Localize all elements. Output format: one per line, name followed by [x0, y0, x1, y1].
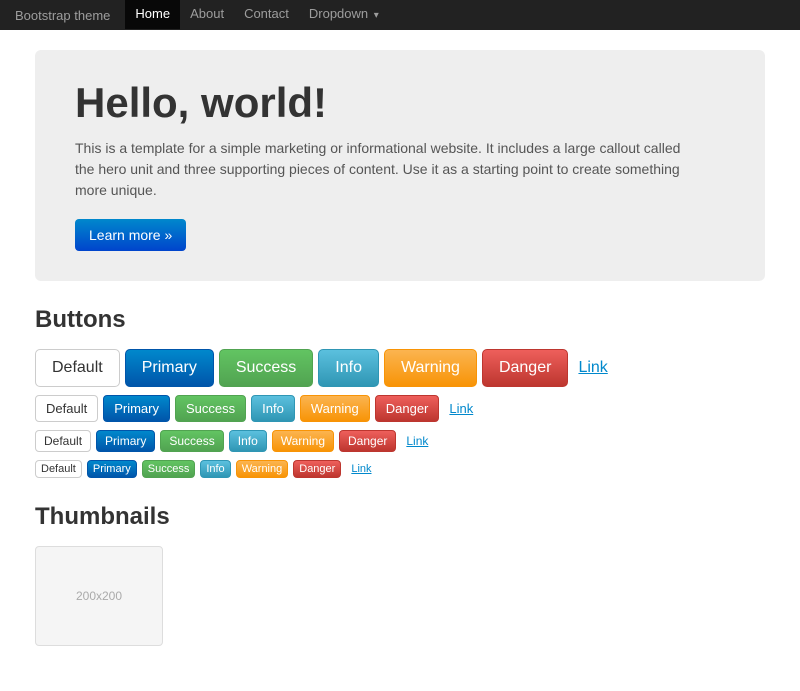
main-content: Hello, world! This is a template for a s… — [20, 30, 780, 691]
btn-default-lg[interactable]: Default — [35, 349, 120, 387]
btn-info-xs[interactable]: Info — [200, 460, 230, 478]
btn-primary-lg[interactable]: Primary — [125, 349, 214, 387]
thumbnails-title: Thumbnails — [35, 503, 765, 531]
btn-warning-md[interactable]: Warning — [300, 395, 370, 422]
btn-link-sm[interactable]: Link — [401, 434, 433, 448]
btn-default-xs[interactable]: Default — [35, 460, 82, 478]
btn-primary-xs[interactable]: Primary — [87, 460, 137, 478]
chevron-down-icon: ▾ — [374, 10, 379, 21]
btn-info-lg[interactable]: Info — [318, 349, 379, 387]
thumbnails-section: Thumbnails 200x200 — [35, 503, 765, 646]
nav-link-home[interactable]: Home — [125, 0, 180, 29]
btn-success-lg[interactable]: Success — [219, 349, 313, 387]
nav-link-about[interactable]: About — [180, 0, 234, 29]
btn-warning-xs[interactable]: Warning — [236, 460, 289, 478]
buttons-section: Buttons Default Primary Success Info War… — [35, 306, 765, 478]
btn-primary-sm[interactable]: Primary — [96, 430, 155, 452]
navbar: Bootstrap theme Home About Contact Dropd… — [0, 0, 800, 30]
btn-danger-lg[interactable]: Danger — [482, 349, 568, 387]
nav-item-contact[interactable]: Contact — [234, 0, 299, 31]
btn-info-sm[interactable]: Info — [229, 430, 267, 452]
button-row-lg: Default Primary Success Info Warning Dan… — [35, 349, 765, 387]
btn-link-xs[interactable]: Link — [346, 463, 376, 475]
btn-warning-sm[interactable]: Warning — [272, 430, 334, 452]
button-row-sm: Default Primary Success Info Warning Dan… — [35, 430, 765, 452]
nav-item-dropdown[interactable]: Dropdown ▾ — [299, 0, 389, 31]
thumbnail-item: 200x200 — [35, 546, 163, 646]
btn-link-lg[interactable]: Link — [573, 359, 612, 377]
btn-primary-md[interactable]: Primary — [103, 395, 170, 422]
btn-danger-sm[interactable]: Danger — [339, 430, 396, 452]
buttons-title: Buttons — [35, 306, 765, 334]
btn-warning-lg[interactable]: Warning — [384, 349, 477, 387]
nav-link-dropdown[interactable]: Dropdown ▾ — [299, 0, 389, 31]
hero-description: This is a template for a simple marketin… — [75, 138, 695, 201]
btn-default-md[interactable]: Default — [35, 395, 98, 422]
btn-success-md[interactable]: Success — [175, 395, 246, 422]
navbar-nav: Home About Contact Dropdown ▾ — [125, 0, 388, 31]
nav-link-contact[interactable]: Contact — [234, 0, 299, 29]
btn-danger-xs[interactable]: Danger — [293, 460, 341, 478]
hero-title: Hello, world! — [75, 80, 725, 126]
button-row-md: Default Primary Success Info Warning Dan… — [35, 395, 765, 422]
navbar-brand[interactable]: Bootstrap theme — [15, 8, 110, 23]
btn-info-md[interactable]: Info — [251, 395, 295, 422]
learn-more-button[interactable]: Learn more » — [75, 219, 186, 251]
thumbnail-label: 200x200 — [76, 589, 122, 603]
btn-default-sm[interactable]: Default — [35, 430, 91, 452]
btn-success-sm[interactable]: Success — [160, 430, 223, 452]
btn-link-md[interactable]: Link — [444, 401, 478, 416]
button-row-xs: Default Primary Success Info Warning Dan… — [35, 460, 765, 478]
nav-item-home[interactable]: Home — [125, 0, 180, 31]
btn-success-xs[interactable]: Success — [142, 460, 196, 478]
nav-item-about[interactable]: About — [180, 0, 234, 31]
hero-unit: Hello, world! This is a template for a s… — [35, 50, 765, 281]
btn-danger-md[interactable]: Danger — [375, 395, 440, 422]
